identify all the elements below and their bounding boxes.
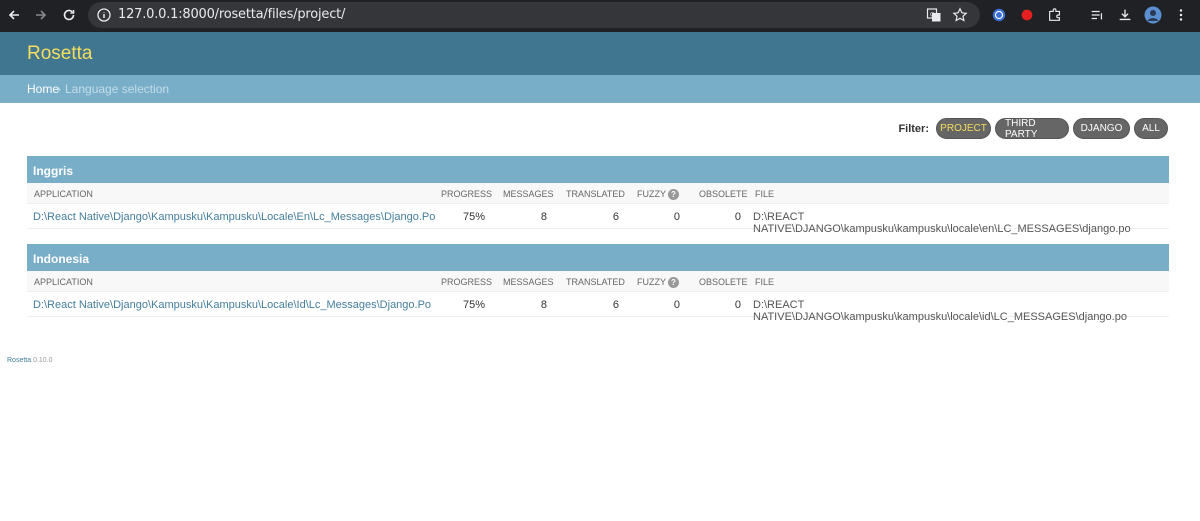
file-path: D:\REACT NATIVE\DJANGO\kampusku\kampusku… <box>753 299 1127 323</box>
version-number: 0.10.0 <box>33 357 53 364</box>
fuzzy-help-icon[interactable]: ? <box>668 189 679 201</box>
col-file: FILE <box>755 189 775 199</box>
obsolete-value: 0 <box>734 299 741 311</box>
progress-value: 75% <box>462 211 485 223</box>
footer-rosetta-link[interactable]: Rosetta <box>7 357 31 364</box>
fuzzy-help-icon[interactable]: ? <box>668 277 679 289</box>
forward-arrow-icon <box>36 10 47 20</box>
address-bar[interactable]: 127.0.0.1:8000/rosetta/files/project/ G <box>88 2 980 28</box>
col-progress: PROGRESS <box>441 277 493 287</box>
col-application: APPLICATION <box>34 277 93 287</box>
media-control-icon[interactable] <box>1088 6 1106 24</box>
reload-button[interactable] <box>58 4 80 26</box>
profile-avatar[interactable] <box>1144 6 1162 24</box>
application-link[interactable]: D:\React Native\Django\Kampusku\Kampusku… <box>33 299 431 311</box>
col-obsolete: OBSOLETE <box>699 277 748 287</box>
back-button[interactable] <box>3 4 25 26</box>
messages-value: 8 <box>540 211 547 223</box>
forward-button[interactable] <box>30 4 52 26</box>
col-translated: TRANSLATED <box>566 189 625 199</box>
translate-icon[interactable]: G <box>926 7 942 23</box>
obsolete-value: 0 <box>734 211 741 223</box>
language-caption: Inggris <box>27 156 1169 183</box>
translated-value: 6 <box>612 299 619 311</box>
language-module-inggris: Inggris APPLICATION PROGRESS MESSAGES TR… <box>27 156 1169 235</box>
site-header: Rosetta <box>0 32 1200 75</box>
col-application: APPLICATION <box>34 189 93 199</box>
fuzzy-value: 0 <box>673 211 680 223</box>
site-info-icon[interactable] <box>96 7 112 23</box>
downloads-icon[interactable] <box>1116 6 1134 24</box>
col-messages: MESSAGES <box>503 277 554 287</box>
col-messages: MESSAGES <box>503 189 554 199</box>
table-row: D:\React Native\Django\Kampusku\Kampusku… <box>27 292 1169 323</box>
col-fuzzy-label: FUZZY <box>637 189 666 199</box>
messages-value: 8 <box>540 299 547 311</box>
back-arrow-icon <box>8 10 19 20</box>
footer-version: Rosetta 0.10.0 <box>7 357 53 364</box>
table-row: D:\React Native\Django\Kampusku\Kampusku… <box>27 204 1169 235</box>
col-file: FILE <box>755 277 775 287</box>
table-header: APPLICATION PROGRESS MESSAGES TRANSLATED… <box>27 183 1169 204</box>
breadcrumb-home-link[interactable]: Home <box>27 82 59 96</box>
svg-text:G: G <box>930 12 935 19</box>
col-fuzzy: FUZZY? <box>637 277 679 289</box>
filter-django-button[interactable]: DJANGO <box>1073 118 1130 139</box>
fuzzy-value: 0 <box>673 299 680 311</box>
file-path: D:\REACT NATIVE\DJANGO\kampusku\kampusku… <box>753 211 1131 235</box>
language-caption: Indonesia <box>27 244 1169 271</box>
translated-value: 6 <box>612 211 619 223</box>
col-fuzzy-label: FUZZY <box>637 277 666 287</box>
bookmark-star-icon[interactable] <box>952 7 968 23</box>
extension-a-icon[interactable] <box>990 6 1008 24</box>
filter-label: Filter: <box>898 122 929 135</box>
extensions-puzzle-icon[interactable] <box>1046 6 1064 24</box>
filter-bar: Filter: PROJECT THIRD PARTY DJANGO ALL <box>898 118 1168 140</box>
application-link[interactable]: D:\React Native\Django\Kampusku\Kampusku… <box>33 211 435 223</box>
filter-project-button[interactable]: PROJECT <box>936 118 991 139</box>
col-obsolete: OBSOLETE <box>699 189 748 199</box>
site-title[interactable]: Rosetta <box>27 43 92 65</box>
url-text: 127.0.0.1:8000/rosetta/files/project/ <box>118 7 346 22</box>
table-header: APPLICATION PROGRESS MESSAGES TRANSLATED… <box>27 271 1169 292</box>
browser-toolbar: 127.0.0.1:8000/rosetta/files/project/ G <box>0 0 1200 32</box>
browser-menu-icon[interactable] <box>1172 6 1190 24</box>
col-fuzzy: FUZZY? <box>637 189 679 201</box>
col-translated: TRANSLATED <box>566 277 625 287</box>
progress-value: 75% <box>462 299 485 311</box>
filter-all-button[interactable]: ALL <box>1134 118 1168 139</box>
filter-third-party-button[interactable]: THIRD PARTY <box>995 118 1069 140</box>
language-module-indonesia: Indonesia APPLICATION PROGRESS MESSAGES … <box>27 244 1169 323</box>
breadcrumb-separator: › <box>57 82 61 96</box>
breadcrumb-current: Language selection <box>65 82 170 96</box>
reload-icon <box>63 9 75 21</box>
col-progress: PROGRESS <box>441 189 493 199</box>
breadcrumb: Home › Language selection <box>0 75 1200 103</box>
record-extension-icon[interactable] <box>1018 6 1036 24</box>
